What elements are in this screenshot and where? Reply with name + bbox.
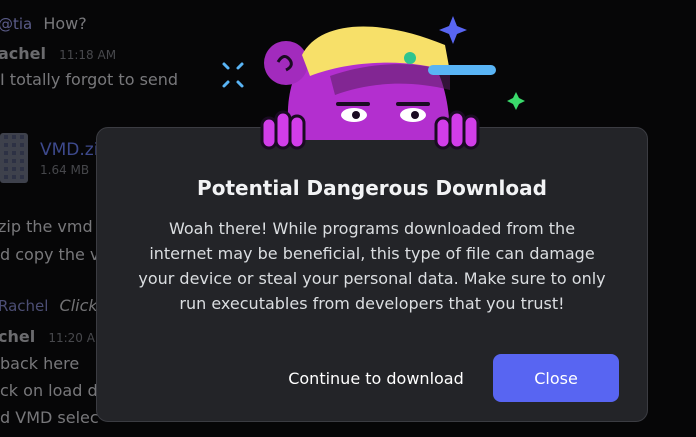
mascot-right-hand [434, 110, 480, 150]
sparkle-icon [439, 16, 467, 44]
mascot-left-pupil [352, 111, 360, 119]
close-button[interactable]: Close [493, 354, 619, 402]
continue-download-button[interactable]: Continue to download [273, 354, 479, 402]
sparkle-icon [507, 92, 525, 110]
mascot-visor [428, 65, 496, 75]
mascot-right-pupil [411, 111, 419, 119]
mascot-left-hand [260, 110, 306, 150]
dangerous-download-modal: Potential Dangerous Download Woah there!… [96, 127, 648, 422]
sparkle-icon [222, 62, 244, 88]
mascot-ear [264, 41, 308, 85]
modal-title: Potential Dangerous Download [197, 176, 547, 200]
mascot-hat-button [404, 52, 416, 64]
modal-body: Woah there! While programs downloaded fr… [138, 219, 606, 313]
wumpus-peeking-illustration [222, 16, 525, 150]
